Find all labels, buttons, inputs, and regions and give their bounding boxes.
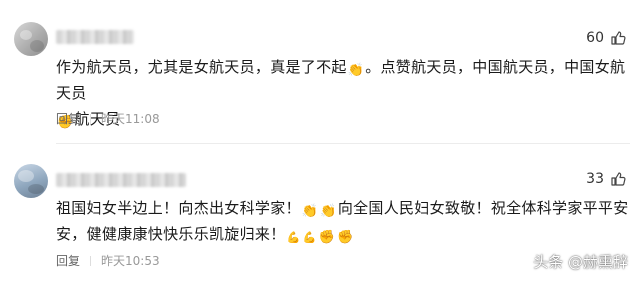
reply-button[interactable]: 回复 [56,252,80,269]
clapping-hands-icon: 👏 [320,204,337,219]
timestamp: 昨天11:08 [101,112,160,126]
avatar[interactable] [14,164,48,198]
reply-button[interactable]: 回复 [56,110,80,127]
comment-text: 祖国妇女半边上！向杰出女科学家！👏 👏向全国人民妇女致敬！祝全体科学家平平安安，健… [56,199,629,245]
thumbs-up-icon [611,172,626,186]
watermark: 头条 @赫熏辞 [533,253,628,271]
like-button[interactable]: 33 [586,171,626,187]
divider [90,113,92,124]
clapping-hands-icon: 👏 [301,204,319,219]
fighting-icon: 💪 [286,231,301,244]
username-blurred[interactable] [56,173,186,187]
raised-fist-icon: ✊ [337,230,354,245]
comment-item: 60 作为航天员，尤其是女航天员，真是了不起👏。点赞航天员，中国航天员，中国女航… [0,0,640,140]
like-count: 60 [586,30,604,46]
fighting-icon: 💪 [302,231,317,244]
thumbs-up-icon [611,31,626,45]
clapping-hands-icon: 👏 [347,63,365,78]
avatar[interactable] [14,22,48,56]
username-blurred[interactable] [56,30,134,44]
like-count: 33 [586,171,604,187]
like-button[interactable]: 60 [586,30,626,46]
timestamp: 昨天10:53 [101,254,160,268]
raised-fist-icon: ✊ [318,230,336,245]
divider [90,255,92,266]
comment-meta: 回复 昨天10:53 [56,252,160,269]
comment-meta: 回复 昨天11:08 [56,110,160,127]
